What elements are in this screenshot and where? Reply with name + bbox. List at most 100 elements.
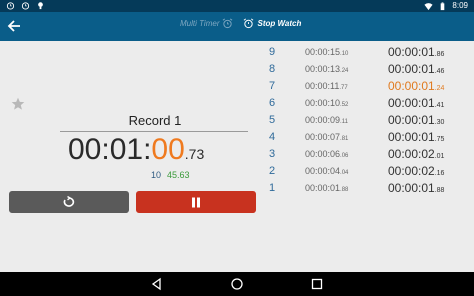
alarm-notification-icon — [6, 2, 15, 10]
reset-button[interactable] — [9, 191, 129, 213]
nav-back-icon[interactable] — [150, 277, 164, 291]
lap-number: 9 — [269, 46, 276, 58]
stopwatch-display: 00:01:00.73 — [68, 133, 204, 167]
lap-total: 00:00:02.16 — [388, 164, 444, 178]
lap-total-small: .01 — [434, 153, 445, 160]
lap-split: 00:00:06.06 — [305, 149, 348, 159]
lap-split-main: 00:00:10 — [305, 98, 341, 108]
lap-row[interactable]: 4 00:00:07.81 00:00:01.75 — [262, 129, 474, 146]
lap-split-small: .88 — [340, 187, 349, 193]
lap-split-main: 00:00:07 — [305, 132, 341, 142]
lap-split-main: 00:00:11 — [305, 81, 340, 91]
lap-split: 00:00:09.11 — [305, 115, 348, 125]
title-underline — [60, 131, 248, 132]
lap-split-main: 00:00:13 — [305, 64, 341, 74]
stopwatch-icon — [244, 18, 254, 29]
lap-split: 00:00:15.10 — [305, 47, 348, 57]
lap-number: 5 — [269, 114, 276, 126]
lap-total-main: 00:00:02 — [388, 164, 435, 178]
lap-row[interactable]: 8 00:00:13.24 00:00:01.46 — [262, 61, 474, 78]
lap-split-small: .11 — [340, 119, 348, 125]
time-seconds: 00 — [151, 133, 185, 166]
lap-split: 00:00:13.24 — [305, 64, 348, 74]
system-nav-bar — [0, 272, 474, 296]
lap-split-small: .10 — [340, 51, 349, 57]
lap-total: 00:00:01.86 — [388, 45, 444, 59]
lap-total-small: .30 — [434, 119, 445, 126]
lap-total-main: 00:00:01 — [388, 62, 435, 76]
lap-total-main: 00:00:01 — [388, 96, 435, 110]
lap-split-main: 00:00:15 — [305, 47, 341, 57]
current-lap-info: 10 45.63 — [151, 170, 190, 180]
record-title[interactable]: Record 1 — [60, 113, 250, 128]
alarm-clock-icon — [223, 18, 233, 29]
lap-split-main: 00:00:01 — [305, 183, 341, 193]
reset-icon — [63, 196, 75, 207]
lap-number: 8 — [269, 63, 276, 75]
lap-total-main: 00:00:01 — [388, 113, 435, 127]
lap-total: 00:00:01.41 — [388, 96, 444, 110]
lap-split-main: 00:00:09 — [305, 115, 341, 125]
tab-stop-watch-label: Stop Watch — [257, 19, 302, 28]
lap-row[interactable]: 2 00:00:04.04 00:00:02.16 — [262, 163, 474, 180]
lap-row[interactable]: 5 00:00:09.11 00:00:01.30 — [262, 112, 474, 129]
bulb-notification-icon — [38, 2, 43, 10]
tab-multi-timer[interactable]: Multi Timer — [180, 18, 233, 29]
lap-total-small: .46 — [434, 68, 445, 75]
lap-total-main: 00:00:01 — [388, 45, 435, 59]
lap-number: 2 — [269, 165, 276, 177]
wifi-icon — [424, 2, 433, 10]
lap-split-main: 00:00:04 — [305, 166, 341, 176]
back-arrow-icon — [7, 20, 20, 32]
lap-split-small: .04 — [340, 170, 349, 176]
lap-total-small: .16 — [434, 170, 445, 177]
time-main: 00:01: — [68, 133, 152, 166]
status-bar: 8:09 — [0, 0, 474, 12]
lap-split: 00:00:11.77 — [305, 81, 348, 91]
lap-split: 00:00:04.04 — [305, 166, 348, 176]
lap-total: 00:00:01.75 — [388, 130, 444, 144]
lap-row[interactable]: 7 00:00:11.77 00:00:01.24 — [262, 78, 474, 95]
back-button[interactable] — [4, 16, 24, 36]
favorite-star-icon[interactable] — [11, 97, 25, 111]
lap-total-small: .41 — [434, 102, 445, 109]
time-hundredths: .73 — [184, 146, 205, 162]
lap-total-small: .75 — [434, 136, 445, 143]
lap-number: 4 — [269, 131, 276, 143]
lap-split-small: .24 — [340, 68, 349, 74]
app-bar: Multi Timer Stop Watch — [0, 12, 474, 41]
status-system: 8:09 — [424, 1, 468, 11]
alarm-notification-icon-2 — [21, 2, 30, 10]
lap-split-main: 00:00:06 — [305, 149, 341, 159]
lap-number: 1 — [269, 182, 276, 194]
lap-row[interactable]: 6 00:00:10.52 00:00:01.41 — [262, 95, 474, 112]
lap-total-main: 00:00:02 — [388, 147, 435, 161]
lap-number: 7 — [269, 80, 276, 92]
lap-row[interactable]: 1 00:00:01.88 00:00:01.88 — [262, 180, 474, 197]
lap-total: 00:00:01.30 — [388, 113, 444, 127]
lap-total-small: .88 — [434, 187, 445, 194]
lap-total-main: 00:00:01 — [388, 79, 435, 93]
lap-split-small: .06 — [340, 153, 349, 159]
lap-split-small: .52 — [340, 102, 349, 108]
nav-recents-icon[interactable] — [310, 277, 324, 291]
pause-button[interactable] — [136, 191, 256, 213]
lap-split: 00:00:10.52 — [305, 98, 348, 108]
lap-total: 00:00:02.01 — [388, 147, 444, 161]
nav-home-icon[interactable] — [230, 277, 244, 291]
tab-stop-watch[interactable]: Stop Watch — [243, 18, 301, 29]
lap-split-small: .77 — [339, 85, 348, 91]
battery-icon — [441, 1, 445, 10]
current-lap-time: 45.63 — [167, 170, 190, 180]
lap-total-small: .86 — [434, 51, 445, 58]
lap-row[interactable]: 9 00:00:15.10 00:00:01.86 — [262, 44, 474, 61]
lap-number: 3 — [269, 148, 276, 160]
lap-number: 6 — [269, 97, 276, 109]
lap-split: 00:00:07.81 — [305, 132, 348, 142]
mode-tabs: Multi Timer Stop Watch — [180, 18, 301, 29]
lap-row[interactable]: 3 00:00:06.06 00:00:02.01 — [262, 146, 474, 163]
lap-total-best: 00:00:01.24 — [388, 79, 444, 93]
status-notifications — [6, 1, 45, 10]
pause-icon — [192, 197, 200, 207]
lap-split: 00:00:01.88 — [305, 183, 348, 193]
